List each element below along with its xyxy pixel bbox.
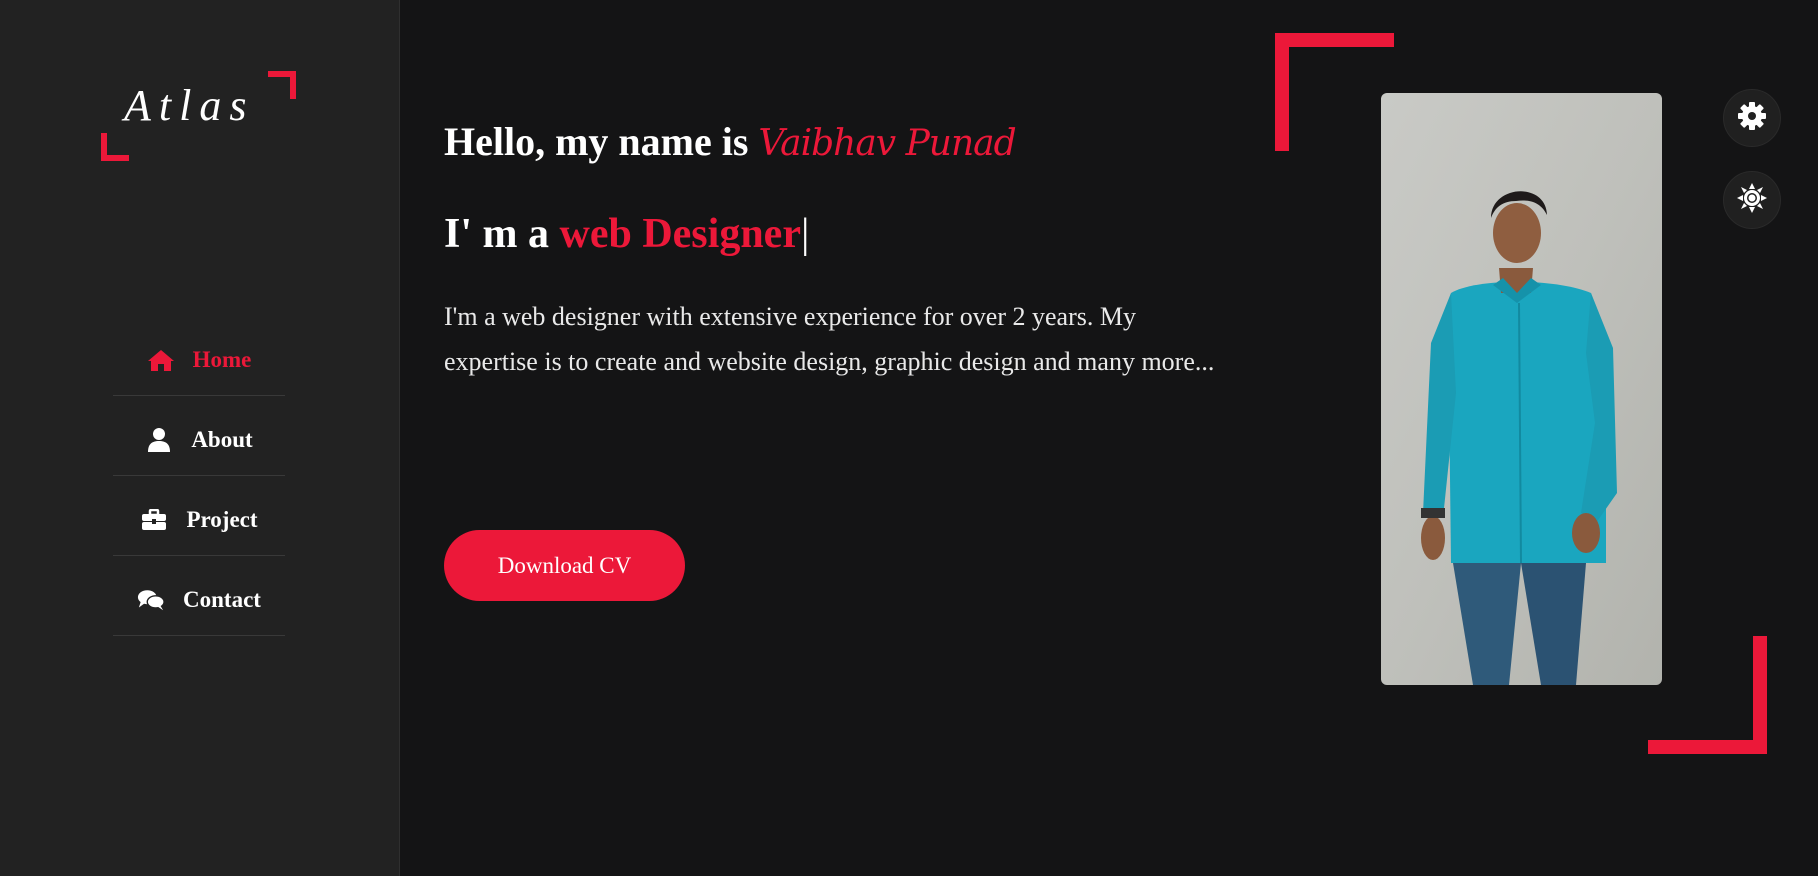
logo[interactable]: Atlas [100, 70, 300, 166]
nav-link-about[interactable]: About [145, 426, 253, 453]
page: Atlas Home About Project Contact Hello, … [0, 0, 1818, 876]
nav-link-contact[interactable]: Contact [137, 587, 261, 613]
frame-corner-bottom-right [1648, 636, 1767, 754]
briefcase-icon [140, 508, 168, 532]
typing-cursor: | [800, 211, 810, 257]
logo-corner-top-right [268, 71, 296, 99]
nav-link-project[interactable]: Project [140, 506, 258, 533]
download-cv-button[interactable]: Download CV [444, 530, 685, 601]
role-heading: I' m a web Designer| [444, 210, 809, 258]
gear-icon [1737, 101, 1767, 136]
sidebar: Atlas Home About Project Contact [0, 0, 400, 876]
nav-menu: Home About Project Contact [113, 316, 285, 636]
nav-link-home[interactable]: Home [147, 346, 252, 373]
chat-icon [137, 588, 165, 612]
role-prefix: I' m a [444, 211, 560, 257]
nav-label-home: Home [192, 346, 252, 372]
nav-item-project: Project [113, 476, 285, 556]
profile-photo [1381, 93, 1662, 685]
theme-toggle-button[interactable] [1723, 171, 1781, 229]
owner-name: Vaibhav Punad [758, 123, 1016, 164]
user-icon [145, 427, 173, 452]
greeting-heading: Hello, my name is Vaibhav Punad [444, 118, 1017, 165]
nav-item-home: Home [113, 316, 285, 396]
nav-label-about: About [191, 426, 253, 452]
logo-text: Atlas [124, 81, 255, 130]
logo-corner-bottom-left [101, 133, 129, 161]
nav-label-contact: Contact [183, 586, 261, 612]
settings-button[interactable] [1723, 89, 1781, 147]
greeting-text: Hello, my name is [444, 119, 759, 164]
nav-item-about: About [113, 396, 285, 476]
home-icon [147, 348, 175, 372]
nav-label-project: Project [186, 506, 258, 532]
role-text: web Designer [559, 211, 801, 257]
nav-item-contact: Contact [113, 556, 285, 636]
hero-description: I'm a web designer with extensive experi… [444, 302, 1215, 376]
sun-icon [1737, 182, 1767, 218]
frame-corner-top-left [1275, 33, 1394, 151]
